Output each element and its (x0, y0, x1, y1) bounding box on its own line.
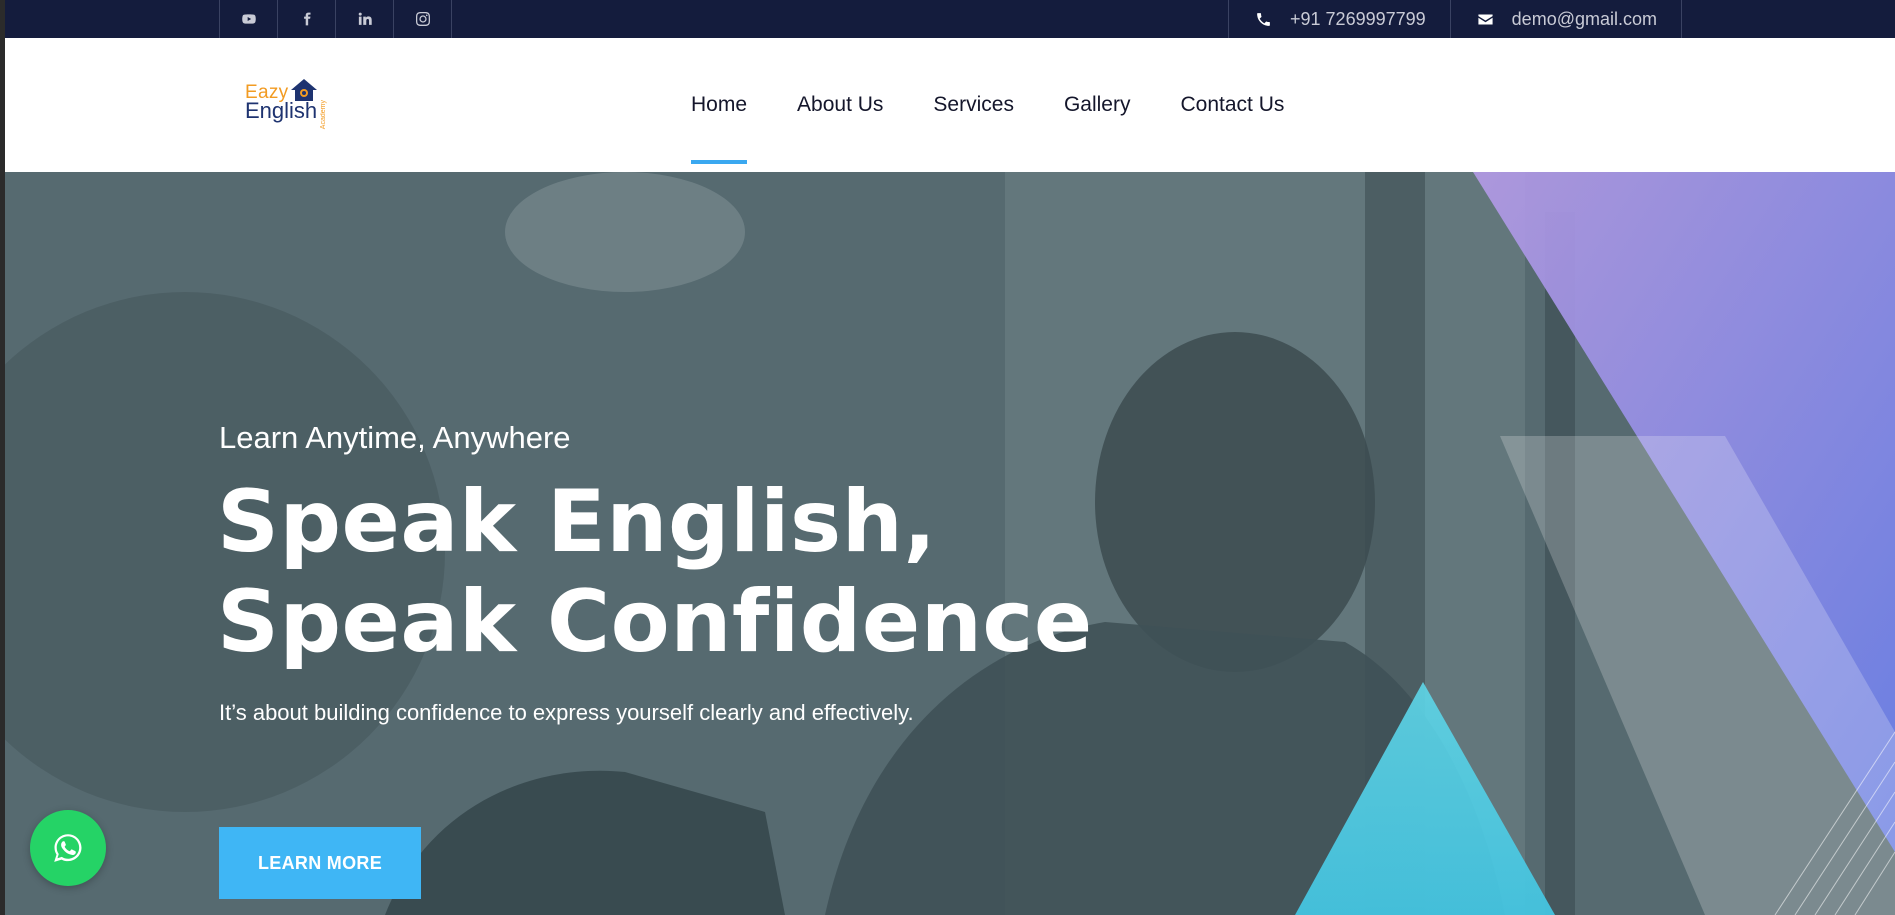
youtube-link[interactable] (220, 0, 278, 38)
youtube-icon (241, 14, 256, 24)
hero-eyebrow: Learn Anytime, Anywhere (219, 420, 571, 455)
contact-info: +91 7269997799 demo@gmail.com (1228, 0, 1682, 38)
site-header: Eazy English Academy Home About Us Servi… (5, 38, 1895, 172)
logo-tag: Academy (320, 100, 327, 130)
facebook-icon (303, 12, 310, 26)
facebook-link[interactable] (278, 0, 336, 38)
phone-number: +91 7269997799 (1290, 8, 1426, 29)
phone-link[interactable]: +91 7269997799 (1229, 0, 1451, 38)
nav-contact-us[interactable]: Contact Us (1180, 38, 1284, 172)
email-address: demo@gmail.com (1511, 8, 1657, 29)
logo-line2: English (245, 98, 318, 123)
linkedin-icon (358, 12, 372, 25)
whatsapp-icon (54, 834, 82, 862)
whatsapp-button[interactable] (30, 810, 106, 886)
hero-headline: Speak English, Speak Confidence (217, 472, 1093, 672)
social-links (219, 0, 452, 38)
site-logo[interactable]: Eazy English Academy (245, 78, 330, 129)
hero-subtext: It’s about building confidence to expres… (219, 700, 914, 725)
learn-more-button[interactable]: LEARN MORE (219, 827, 421, 899)
email-link[interactable]: demo@gmail.com (1451, 0, 1682, 38)
nav-home[interactable]: Home (691, 38, 748, 172)
phone-icon (1257, 12, 1270, 26)
hero-headline-line1: Speak English, (217, 472, 937, 572)
nav-about-us[interactable]: About Us (797, 38, 883, 172)
instagram-icon (415, 12, 430, 26)
envelope-icon (1478, 14, 1493, 24)
linkedin-link[interactable] (336, 0, 394, 38)
nav-gallery[interactable]: Gallery (1064, 38, 1131, 172)
top-bar: +91 7269997799 demo@gmail.com (5, 0, 1895, 38)
hero-headline-line2: Speak Confidence (217, 572, 1093, 672)
page: +91 7269997799 demo@gmail.com Eazy Engli… (5, 0, 1895, 915)
instagram-link[interactable] (394, 0, 452, 38)
main-nav: Home About Us Services Gallery Contact U… (691, 38, 1334, 172)
hero-section: Learn Anytime, Anywhere Speak English, S… (5, 172, 1895, 915)
nav-services[interactable]: Services (933, 38, 1014, 172)
